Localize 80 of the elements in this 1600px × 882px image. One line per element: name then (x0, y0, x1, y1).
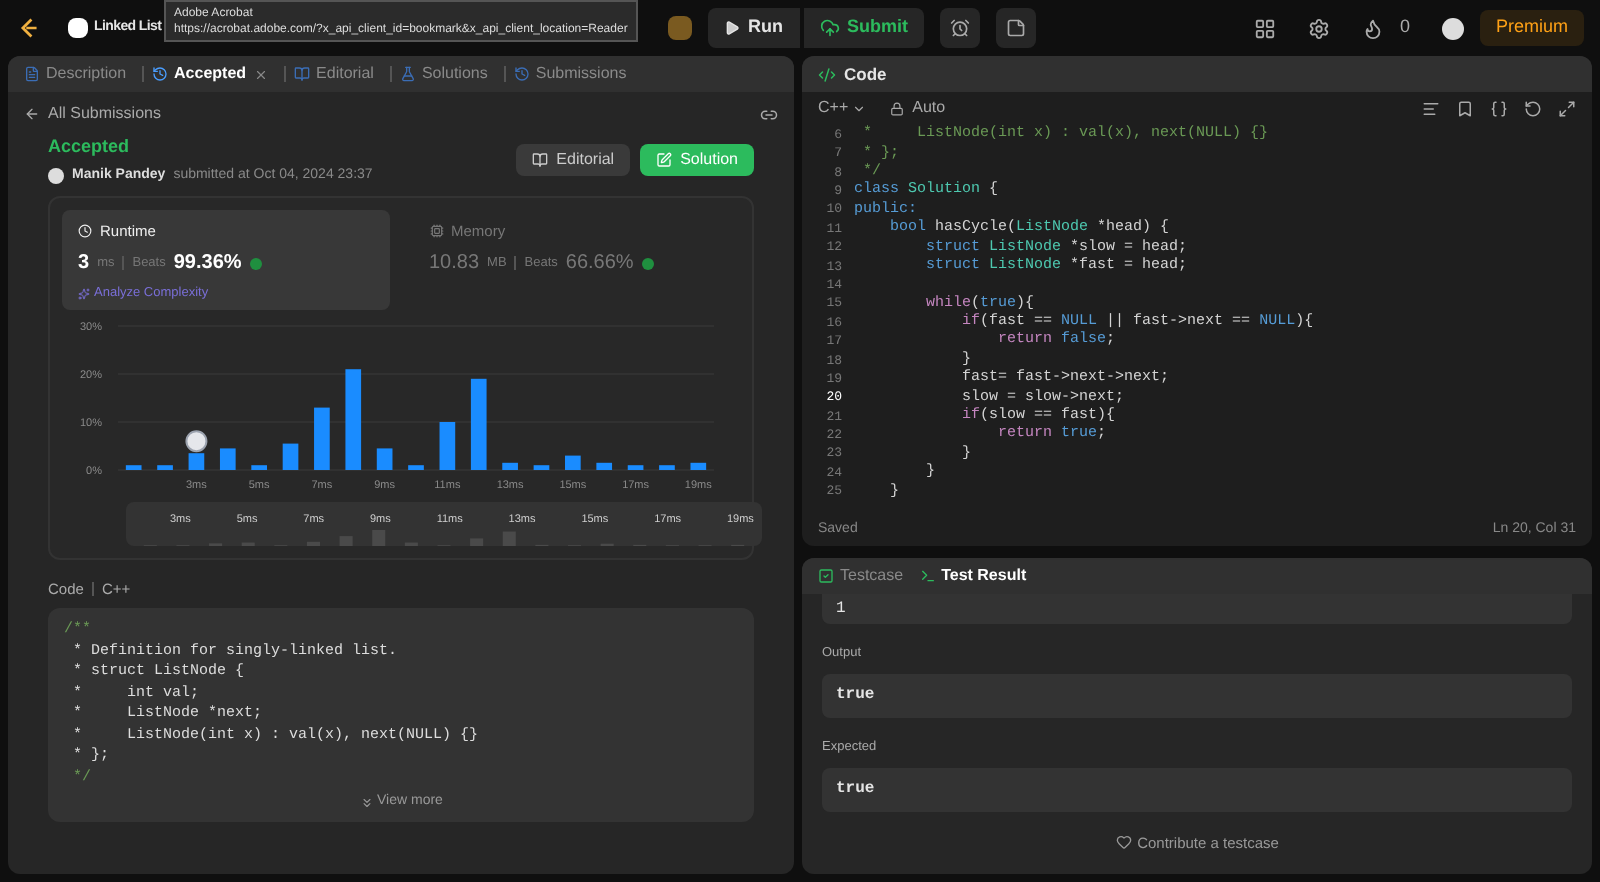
settings-icon[interactable] (1307, 17, 1330, 39)
panel-tab[interactable]: Editorial (294, 62, 374, 86)
chart-bar[interactable] (376, 448, 393, 470)
stat-value: 3 (78, 250, 90, 279)
chart-bar[interactable] (188, 453, 205, 470)
back-link[interactable]: All Submissions (48, 102, 161, 126)
beats-percent: 66.66% (565, 250, 634, 279)
chart-bar[interactable] (565, 455, 581, 470)
chart-bar[interactable] (596, 462, 613, 470)
clock-icon (78, 224, 92, 239)
timer-button[interactable] (940, 8, 980, 48)
expected-value: true (822, 767, 1572, 811)
language-select[interactable]: C++ (818, 96, 867, 120)
chart-bar[interactable] (219, 448, 236, 470)
chart-bar[interactable] (345, 369, 362, 470)
book-icon (532, 152, 549, 168)
mode-label[interactable]: Auto (912, 96, 946, 120)
editor-title[interactable]: Code (844, 61, 887, 87)
format-icon[interactable] (1422, 99, 1440, 117)
editorial-button[interactable]: Editorial (516, 144, 631, 176)
code-icon (818, 65, 836, 83)
badge-icon (641, 257, 654, 270)
chart-bar[interactable] (125, 465, 142, 470)
chart-bar[interactable] (502, 462, 518, 470)
flame-icon[interactable] (1361, 17, 1384, 39)
heart-icon (1115, 834, 1132, 851)
avatar-marker-icon (185, 430, 208, 453)
document-icon (24, 66, 40, 82)
chart-bar[interactable] (439, 422, 456, 470)
chevrons-down-icon (359, 796, 374, 810)
chart-bar[interactable] (627, 465, 644, 470)
premium-button[interactable]: Premium (1479, 10, 1584, 46)
input-value: 1 (822, 594, 1572, 624)
layout-icon[interactable] (1253, 17, 1276, 39)
panel-tab[interactable]: Description (24, 62, 127, 86)
panel-tab[interactable]: Testcase (818, 564, 904, 588)
braces-icon[interactable] (1490, 99, 1508, 117)
streak-count: 0 (1399, 14, 1410, 41)
panel-tab[interactable]: Accepted (152, 62, 247, 86)
upload-icon (819, 18, 839, 38)
lock-icon (890, 101, 905, 115)
chip-icon (429, 224, 443, 239)
bookmark-icon[interactable] (1456, 99, 1474, 117)
notes-button[interactable] (996, 8, 1036, 48)
history-icon (513, 66, 530, 82)
status-text: Accepted (48, 134, 132, 160)
terminal-icon (919, 568, 936, 584)
flask-icon (399, 66, 416, 82)
checkbox-icon (818, 568, 834, 584)
panel-tab[interactable]: Test Result (919, 564, 1027, 588)
chevron-down-icon (852, 101, 867, 115)
badge-icon (249, 257, 262, 270)
panel-tab[interactable]: Solutions (399, 62, 488, 86)
panel-tab[interactable]: Submissions (513, 62, 627, 86)
history-icon (152, 66, 169, 82)
author-avatar (48, 167, 64, 184)
reset-icon[interactable] (1524, 99, 1542, 117)
problem-icon (68, 18, 88, 38)
chart-bar[interactable] (690, 462, 707, 470)
sparkle-icon (78, 288, 90, 301)
chart-bar[interactable] (470, 378, 487, 470)
link-icon[interactable] (760, 105, 778, 123)
note-icon (1006, 18, 1026, 38)
output-value: true (822, 673, 1572, 718)
edit-icon (656, 152, 673, 168)
book-icon (294, 66, 311, 82)
close-icon[interactable] (254, 67, 269, 81)
stat-value: 10.83 (429, 250, 480, 279)
run-button[interactable]: Run (708, 8, 799, 48)
beats-percent: 99.36% (173, 250, 242, 279)
back-arrow-icon[interactable] (24, 106, 40, 122)
play-icon (724, 20, 740, 36)
avatar[interactable] (1441, 17, 1464, 39)
chart-bar[interactable] (533, 465, 550, 470)
expand-icon[interactable] (1558, 99, 1576, 117)
submit-button[interactable]: Submit (803, 8, 924, 48)
chart-bar[interactable] (282, 443, 299, 470)
alarm-clock-icon (950, 18, 970, 38)
logo-icon[interactable] (16, 16, 40, 40)
debug-icon[interactable] (668, 16, 692, 40)
